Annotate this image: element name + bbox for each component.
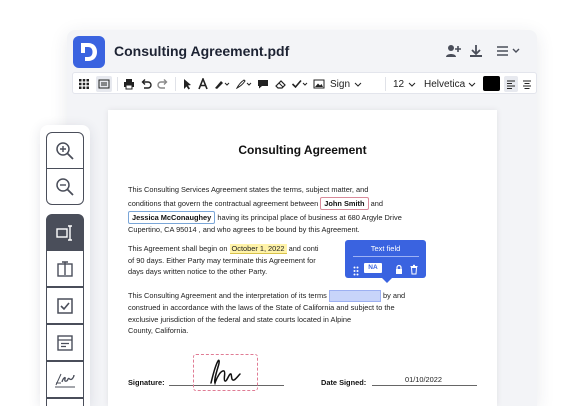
toolbar-divider [117,77,118,91]
popup-divider [353,256,419,257]
paragraph-text: by and [382,291,406,300]
signature-field[interactable] [193,354,258,391]
app-logo-icon[interactable] [73,36,105,68]
formatting-toolbar: Sign 12 Helvetica [72,72,537,94]
signature-label: Signature: [128,378,165,387]
form-icon [57,334,73,351]
pointer-icon[interactable] [181,76,193,92]
paragraph-text: This Consulting Agreement and the interp… [128,291,327,300]
text-field-input[interactable] [328,290,381,303]
zoom-in-icon [56,141,74,160]
paragraph-text: construed in accordance with the laws of… [128,303,395,313]
signature-scribble-icon [210,359,241,386]
font-family-dropdown[interactable]: Helvetica [424,76,477,92]
menu-dropdown-icon[interactable] [495,43,523,59]
print-icon[interactable] [123,76,135,92]
paragraph-text: This Consulting Services Agreement state… [128,185,369,194]
paragraph-text: and [370,198,383,208]
align-left-icon[interactable] [504,76,518,92]
checkbox-tool-button[interactable] [46,287,84,324]
field-tools-panel [40,125,90,406]
align-center-icon[interactable] [522,76,532,92]
document-heading: Consulting Agreement [238,143,367,157]
sign-dropdown[interactable]: Sign [330,76,363,92]
font-size-value: 12 [393,78,405,90]
text-tool-icon[interactable] [197,76,209,92]
paragraph-text: This Agreement shall begin on [128,244,228,253]
text-color-swatch[interactable] [483,76,500,91]
undo-icon[interactable] [140,76,152,92]
text-field-icon [56,224,72,241]
sign-label: Sign [330,78,351,90]
trash-icon[interactable] [409,262,419,280]
font-family-value: Helvetica [424,78,466,90]
comment-icon[interactable] [257,76,269,92]
drag-handle-icon[interactable] [353,263,359,281]
checkbox-icon [57,297,73,314]
paragraph-text: conditions that govern the contractual a… [128,198,319,208]
redo-icon[interactable] [157,76,169,92]
document-title: Consulting Agreement.pdf [114,43,290,59]
na-badge[interactable]: NA [364,263,382,273]
add-user-icon[interactable] [445,43,461,59]
paragraph-text: County, California. [128,326,189,336]
checkmark-icon[interactable] [291,76,309,92]
paragraph-jurisdiction: This Consulting Agreement and the interp… [128,290,473,337]
text-field-popup: Text field NA [345,240,426,283]
date-signed-label: Date Signed: [321,378,367,387]
highlighter-icon[interactable] [213,76,231,92]
document-page: Consulting Agreement This Consulting Ser… [108,110,497,406]
image-icon[interactable] [313,76,325,92]
text-field-tool-button[interactable] [46,214,84,251]
eraser-icon[interactable] [275,76,287,92]
paragraph-text: Cupertino, CA 95014 , and who agrees to … [128,224,360,234]
paragraph-text: exclusive jurisdiction of the federal an… [128,314,352,324]
signature-tool-button[interactable] [46,361,84,398]
text-box-icon [57,260,73,277]
signature-icon [55,373,75,387]
zoom-out-button[interactable] [46,168,84,205]
title-bar: Consulting Agreement.pdf [67,30,537,72]
text-box-tool-button[interactable] [46,250,84,287]
paragraph-text: having its principal place of business a… [217,212,402,222]
toolbar-divider [385,77,386,91]
more-tools-button[interactable] [46,398,84,406]
party-one-field[interactable]: John Smith [320,196,369,210]
popup-arrow [382,278,392,283]
form-tool-button[interactable] [46,324,84,361]
zoom-out-icon [56,177,74,196]
grid-view-icon[interactable] [78,76,90,92]
pen-icon[interactable] [235,76,253,92]
paragraph-text: and conti [288,244,319,253]
font-size-dropdown[interactable]: 12 [393,76,417,92]
zoom-in-button[interactable] [46,132,84,169]
paragraph-parties: This Consulting Services Agreement state… [128,184,483,235]
start-date-field[interactable]: October 1, 2022 [229,244,287,254]
popup-title: Text field [370,244,401,253]
download-icon[interactable] [468,43,484,59]
party-two-field[interactable]: Jessica McConaughey [128,210,216,224]
toolbar-divider [175,77,176,91]
date-signed-line [372,385,477,386]
page-view-icon[interactable] [96,76,112,92]
lock-icon[interactable] [394,262,404,280]
date-signed-value[interactable]: 01/10/2022 [405,375,442,384]
